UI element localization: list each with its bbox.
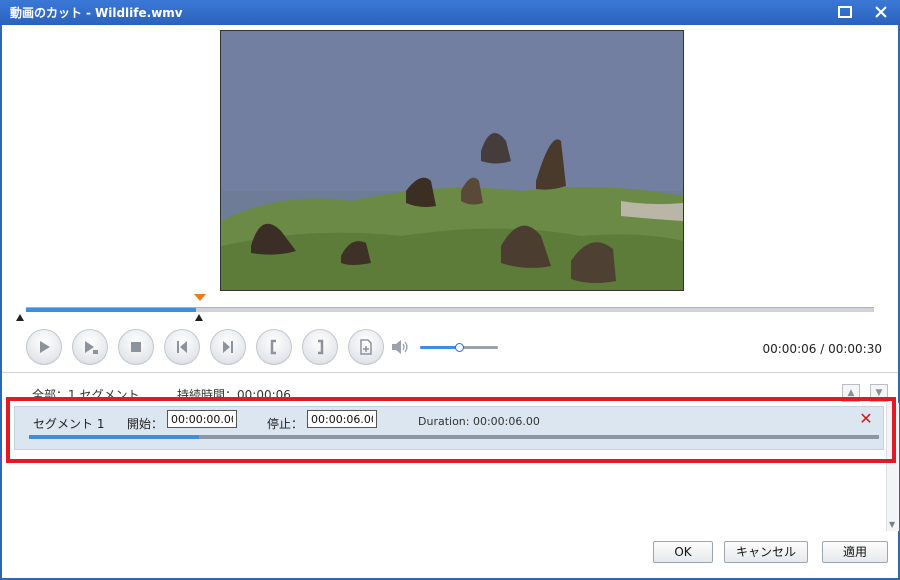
arrow-down-icon: ▼ [875,388,883,398]
end-time-input[interactable] [307,410,377,428]
stop-icon [131,342,141,352]
end-handle[interactable] [195,314,203,321]
skip-back-icon [177,341,187,353]
maximize-button[interactable] [834,2,856,22]
delete-segment-button[interactable]: ✕ [857,410,875,428]
play-segment-icon [85,341,98,354]
video-preview [220,30,684,291]
skip-forward-icon [223,341,233,353]
volume-knob[interactable] [455,343,464,352]
window-title: 動画のカット - Wildlife.wmv [10,4,183,21]
volume-slider[interactable] [420,343,498,352]
cut-video-window: 動画のカット - Wildlife.wmv 00:00:06 / 00:00:3… [0,0,900,580]
total-time: 00:00:30 [828,342,882,356]
window-title-main: 動画のカット [10,6,83,20]
start-label: 開始： [127,417,164,431]
segment-row[interactable]: セグメント 1 開始： 停止： Duration: 00:00:06.00 ✕ [14,406,884,450]
bracket-right-icon [318,339,324,355]
delete-x-icon: ✕ [859,409,873,428]
segment-list-scrollbar[interactable]: ▼ [886,403,899,531]
maximize-icon [838,6,852,18]
cancel-button[interactable]: キャンセル [724,541,808,563]
add-document-icon [360,339,372,355]
segment-summary: 全部：1 セグメント 持続時間：00:00:06 [32,386,872,398]
panel-divider [2,372,898,373]
scroll-down-icon[interactable]: ▼ [889,520,895,529]
timecode-display: 00:00:06 / 00:00:30 [762,342,882,356]
set-start-button[interactable] [256,329,292,365]
segment-name: セグメント 1 [33,417,105,431]
prev-frame-button[interactable] [164,329,200,365]
add-segment-button[interactable] [348,329,384,365]
stop-button[interactable] [118,329,154,365]
segment-progress-track [29,435,879,439]
close-button[interactable] [870,2,892,22]
segment-progress-fill [29,435,199,439]
next-frame-button[interactable] [210,329,246,365]
bracket-left-icon [270,339,276,355]
title-bar: 動画のカット - Wildlife.wmv [0,0,900,25]
current-time: 00:00:06 [762,342,817,356]
video-frame-image [221,31,683,290]
set-end-button[interactable] [302,329,338,365]
speaker-icon[interactable] [390,338,410,356]
volume-level [420,346,459,349]
move-down-button[interactable]: ▼ [870,384,888,402]
arrow-up-icon: ▲ [847,388,855,398]
start-handle[interactable] [16,314,24,321]
timeline-track[interactable] [26,307,874,312]
time-separator: / [820,342,825,356]
dialog-client: 00:00:06 / 00:00:30 全部：1 セグメント 持続時間：00:0… [2,25,899,578]
close-icon [875,6,887,18]
timeline-progress [26,308,196,312]
play-button[interactable] [26,329,62,365]
ok-button[interactable]: OK [653,541,713,563]
window-title-file: Wildlife.wmv [95,6,183,20]
play-icon [40,341,50,353]
apply-button[interactable]: 適用 [822,541,888,563]
segment-duration: Duration: 00:00:06.00 [418,415,540,428]
playhead-marker[interactable] [194,294,206,301]
end-label: 停止： [267,417,304,431]
play-segment-button[interactable] [72,329,108,365]
window-title-separator: - [86,6,91,20]
total-segments-label: 全部：1 セグメント [32,388,140,398]
total-duration-label: 持続時間：00:00:06 [177,388,291,398]
start-time-input[interactable] [167,410,237,428]
move-up-button[interactable]: ▲ [842,384,860,402]
